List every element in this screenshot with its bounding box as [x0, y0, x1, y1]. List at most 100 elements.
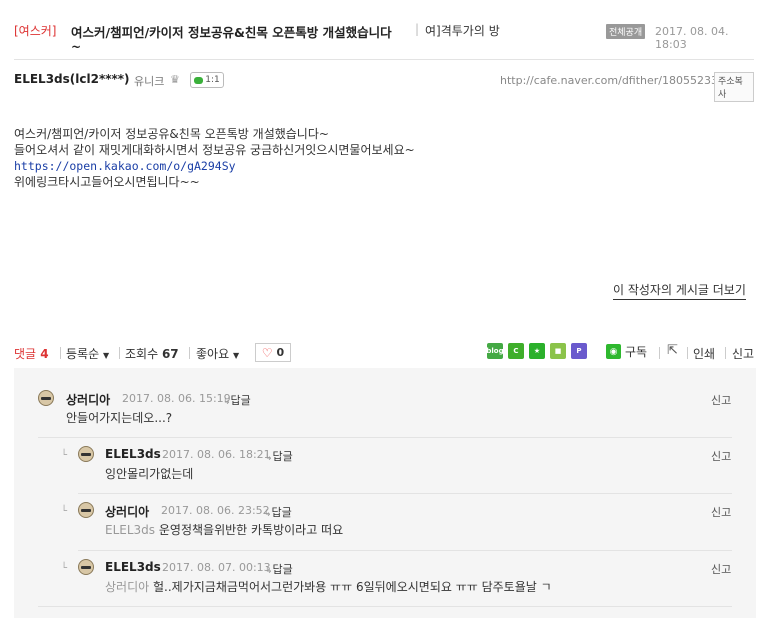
comment-body: 운영정책을위반한 카톡방이라고 떠요 — [158, 523, 344, 537]
chat-label: 1:1 — [205, 75, 220, 85]
comment-date: 2017. 08. 06. 18:21 — [162, 448, 271, 461]
share-icon[interactable]: ⇱ — [667, 343, 678, 358]
crown-icon: ♛ — [170, 73, 180, 86]
body-line: 여스커/챔피언/카이저 정보공유&친목 오픈톡방 개설했습니다~ — [14, 127, 329, 141]
board-name[interactable]: 여]격투가의 방 — [425, 22, 500, 39]
reply-button[interactable]: ↳답글 — [265, 448, 293, 464]
reply-label: 답글 — [230, 394, 251, 407]
post-category[interactable]: [여스커] — [14, 22, 56, 39]
reply-label: 답글 — [272, 450, 293, 463]
comment-text: ELEL3ds 운영정책을위반한 카톡방이라고 떠요 — [105, 521, 343, 538]
comment-report-button[interactable]: 신고 — [711, 561, 731, 577]
toolbar-divider — [687, 347, 688, 359]
print-button[interactable]: 인쇄 — [693, 345, 715, 362]
toolbar-divider — [189, 347, 190, 359]
more-posts-link[interactable]: 이 작성자의 게시글 더보기 — [613, 281, 746, 300]
nested-reply-icon: └ — [61, 506, 68, 517]
mentioned-user[interactable]: ELEL3ds — [105, 523, 155, 537]
sort-dropdown[interactable]: 등록순 ▼ — [66, 345, 109, 362]
comment-author[interactable]: ELEL3ds — [105, 447, 161, 461]
header-divider — [14, 59, 754, 60]
toolbar-divider — [725, 347, 726, 359]
reply-button[interactable]: ↳답글 — [265, 561, 293, 577]
views-label: 조회수 — [125, 347, 159, 361]
comment-date: 2017. 08. 06. 15:19 — [122, 392, 231, 405]
avatar[interactable] — [78, 559, 94, 575]
visibility-badge: 전체공개 — [606, 24, 646, 39]
comment-author[interactable]: ELEL3ds — [105, 560, 161, 574]
comment-item: └ 상러디아 2017. 08. 06. 23:52 ↳답글 신고 ELEL3d… — [14, 494, 756, 551]
nested-reply-icon: └ — [61, 563, 68, 574]
reply-arrow-icon: ↳ — [223, 397, 231, 407]
comment-report-button[interactable]: 신고 — [711, 504, 731, 520]
chat-button[interactable]: 1:1 — [190, 72, 224, 88]
report-button[interactable]: 신고 — [732, 345, 754, 362]
post-date: 2017. 08. 04. 18:03 — [655, 25, 729, 51]
reply-label: 답글 — [272, 563, 293, 576]
author-name[interactable]: ELEL3ds(lcl2****) — [14, 72, 130, 86]
comment-count[interactable]: 댓글 4 — [14, 345, 49, 362]
author-row: ELEL3ds(lcl2****) 유니크 ♛ 1:1 http://cafe.… — [14, 72, 754, 102]
comment-report-button[interactable]: 신고 — [711, 392, 731, 408]
comment-date: 2017. 08. 06. 23:52 — [161, 504, 270, 517]
toolbar-divider — [60, 347, 61, 359]
like-button[interactable]: ♡ 0 — [255, 343, 291, 362]
like-label: 좋아요 — [196, 347, 230, 361]
post-title: 여스커/챔피언/카이저 정보공유&친목 오픈톡방 개설했습니다 — [71, 25, 392, 40]
toolbar-divider — [659, 347, 660, 359]
comment-item: 상러디아 2017. 08. 06. 15:19 ↳답글 신고 안들어가지는데오… — [14, 368, 756, 425]
share-icons: blog C ★ ■ P — [486, 343, 587, 359]
comment-date: 2017. 08. 07. 00:13 — [162, 561, 271, 574]
avatar[interactable] — [78, 502, 94, 518]
like-count: 0 — [276, 346, 285, 359]
pholar-share-icon[interactable]: P — [571, 343, 587, 359]
reply-label: 답글 — [271, 506, 292, 519]
post-url: http://cafe.naver.com/dfither/18055233 — [500, 74, 719, 87]
post-toolbar: 댓글 4 등록순 ▼ 조회수 67 좋아요 ▼ ♡ 0 blog C ★ ■ P… — [14, 343, 756, 363]
comment-count-value: 4 — [40, 347, 49, 361]
subscribe-button[interactable]: ◉ 구독 — [606, 343, 647, 360]
comment-item: └ ELEL3ds 2017. 08. 07. 00:13 ↳답글 신고 상러디… — [14, 551, 756, 608]
title-separator: | — [415, 22, 420, 36]
body-line: 위에링크타시고들어오시면됩니다~~ — [14, 175, 200, 189]
comment-author[interactable]: 상러디아 — [105, 503, 149, 520]
caret-down-icon: ▼ — [232, 351, 240, 360]
rss-icon: ◉ — [606, 344, 621, 359]
comment-body: 헐..제가지금채금먹어서그런가봐용 ㅠㅠ 6일뒤에오시면되요 ㅠㅠ 담주토욜날 … — [153, 580, 552, 594]
reply-arrow-icon: ↳ — [265, 566, 273, 576]
reply-arrow-icon: ↳ — [265, 453, 273, 463]
body-line: 들어오셔서 같이 재밋게대화하시면서 정보공유 궁금하신거잇으시면물어보세요~ — [14, 143, 415, 157]
nested-reply-icon: └ — [61, 450, 68, 461]
comment-author[interactable]: 상러디아 — [66, 391, 110, 408]
mentioned-user[interactable]: 상러디아 — [105, 580, 149, 594]
comment-text: 안들어가지는데오...? — [66, 411, 173, 425]
comment-text: 잉안몰리가없는데 — [105, 467, 194, 481]
heart-icon: ♡ — [261, 345, 273, 360]
like-dropdown[interactable]: 좋아요 ▼ — [196, 345, 239, 362]
kakao-link[interactable]: https://open.kakao.com/o/gA294Sy — [14, 159, 236, 173]
reply-button[interactable]: ↳답글 — [264, 504, 292, 520]
cafe-share-icon[interactable]: C — [508, 343, 524, 359]
blog-share-icon[interactable]: blog — [486, 343, 504, 359]
copy-url-button[interactable]: 주소복사 — [714, 72, 754, 102]
bookmark-share-icon[interactable]: ★ — [529, 343, 545, 359]
chat-bubble-icon — [194, 76, 204, 84]
caret-down-icon: ▼ — [102, 351, 110, 360]
sort-label: 등록순 — [66, 347, 100, 361]
comment-text: 상러디아 헐..제가지금채금먹어서그런가봐용 ㅠㅠ 6일뒤에오시면되요 ㅠㅠ 담… — [105, 578, 552, 595]
comment-report-button[interactable]: 신고 — [711, 448, 731, 464]
avatar[interactable] — [78, 446, 94, 462]
post-body: 여스커/챔피언/카이저 정보공유&친목 오픈톡방 개설했습니다~ 들어오셔서 같… — [14, 126, 415, 190]
reply-button[interactable]: ↳답글 — [223, 392, 251, 408]
comment-label: 댓글 — [14, 347, 37, 361]
toolbar-divider — [119, 347, 120, 359]
avatar[interactable] — [38, 390, 54, 406]
memo-share-icon[interactable]: ■ — [550, 343, 566, 359]
comment-divider — [38, 606, 732, 607]
views-value: 67 — [161, 347, 179, 361]
view-count: 조회수 67 — [125, 345, 179, 362]
comment-item: └ ELEL3ds 2017. 08. 06. 18:21 ↳답글 신고 잉안몰… — [14, 438, 756, 495]
subscribe-label: 구독 — [625, 345, 648, 359]
author-level: 유니크 — [134, 75, 165, 88]
comment-list: 상러디아 2017. 08. 06. 15:19 ↳답글 신고 안들어가지는데오… — [14, 368, 756, 618]
